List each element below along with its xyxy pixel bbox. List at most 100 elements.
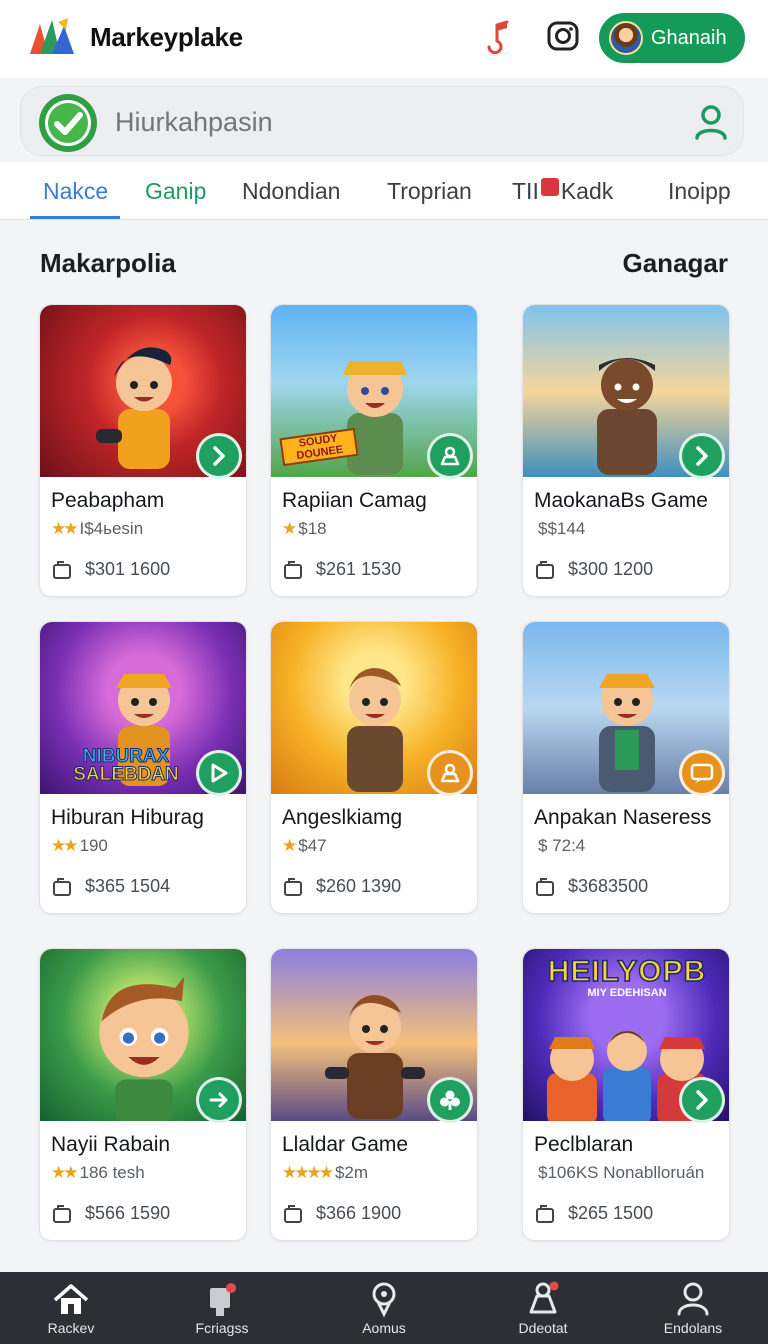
bag-icon [53, 1205, 71, 1223]
game-card[interactable]: Llaldar Game ★★★★ $2m $366 1900 [270, 948, 478, 1241]
star-rating: ★★ [51, 836, 79, 855]
home-icon [53, 1284, 89, 1314]
game-card[interactable]: MaokanaBs Game $$144 $300 1200 [522, 304, 730, 597]
price-text: $365 1504 [85, 875, 171, 896]
price-text: $3683500 [568, 875, 649, 896]
price-text: $261 1530 [316, 558, 402, 579]
banner-text: NIBURAX SALEBDAN [48, 747, 204, 785]
star-rating: ★★★★ [282, 1163, 334, 1182]
game-title: Hiburan Hiburag [51, 806, 204, 829]
store-icon [210, 1283, 236, 1316]
arrow-right-icon[interactable] [679, 1077, 725, 1123]
bag-icon [536, 1205, 554, 1223]
bag-icon [284, 1205, 302, 1223]
support-icon [529, 1281, 559, 1314]
tab-troprian[interactable]: Troprian [387, 178, 472, 205]
game-title: Anpakan Naseress [534, 806, 712, 829]
game-price: $261 1530 [282, 558, 401, 580]
game-card[interactable]: Anpakan Naseress $ 72:4 $3683500 [522, 621, 730, 914]
tab-inoipp[interactable]: Inoipp [668, 178, 731, 205]
game-card[interactable]: HEILYOPB MIY EDEHISAN Peclblaran $106KS … [522, 948, 730, 1241]
search-input[interactable] [115, 107, 635, 138]
chat-icon[interactable] [679, 750, 725, 796]
user-icon[interactable] [691, 102, 731, 142]
game-meta: ★★ 190 [51, 836, 108, 856]
game-price: $366 1900 [282, 1202, 401, 1224]
arrow-right-icon[interactable] [679, 433, 725, 479]
app-title: Markeyplake [90, 22, 243, 52]
top-bar: Markeyplake Ghanaih [0, 0, 768, 78]
location-icon [372, 1282, 396, 1318]
music-icon[interactable] [478, 16, 518, 56]
game-price: $301 1600 [51, 558, 170, 580]
price-text: $300 1200 [568, 558, 654, 579]
nav-profile[interactable]: Endolans [633, 1280, 753, 1336]
game-meta: ★★ 186 tesh [51, 1163, 145, 1183]
star-rating: ★ [282, 836, 297, 855]
arrow-right-icon[interactable] [196, 433, 242, 479]
meta-text: $47 [298, 836, 327, 855]
game-card[interactable]: Peabapham ★★ I$4ьesin $301 1600 [39, 304, 247, 597]
meta-text: $$144 [538, 519, 586, 538]
section-link[interactable]: Ganagar [623, 248, 729, 279]
avatar [609, 21, 643, 55]
game-title: Peclblaran [534, 1133, 634, 1156]
nav-home[interactable]: Rackev [11, 1280, 131, 1336]
bag-icon [536, 561, 554, 579]
arrow-right-icon[interactable] [196, 1077, 242, 1123]
game-price: $365 1504 [51, 875, 170, 897]
person-icon[interactable] [427, 433, 473, 479]
tab-nakce[interactable]: Nakce [43, 178, 108, 205]
banner-text: HEILYOPB MIY EDEHISAN [523, 954, 729, 999]
game-meta: ★ $47 [282, 836, 327, 856]
game-price: $300 1200 [534, 558, 653, 580]
tab-ganip[interactable]: Ganip [145, 178, 206, 205]
game-meta: $106KS Nonablloruán [534, 1163, 704, 1183]
profile-button[interactable]: Ghanaih [599, 13, 745, 63]
search-bar[interactable] [20, 86, 744, 156]
meta-text: 190 [79, 836, 108, 855]
profile-name: Ghanaih [651, 26, 727, 49]
camera-icon[interactable] [543, 16, 583, 56]
flag-icon [540, 178, 559, 196]
game-meta: ★★★★ $2m [282, 1163, 368, 1183]
tab-kadk-prefix: TII [512, 178, 539, 204]
nav-location[interactable]: Aomus [324, 1280, 444, 1336]
meta-text: 186 tesh [79, 1163, 145, 1182]
price-text: $301 1600 [85, 558, 171, 579]
nav-support[interactable]: Ddeotat [483, 1280, 603, 1336]
category-tabs: Nakce Ganip Ndondian Troprian TII Kadk In… [0, 162, 768, 220]
game-title: Angeslkiamg [282, 806, 403, 829]
nav-label: Endolans [663, 1320, 723, 1336]
game-card[interactable]: NIBURAX SALEBDAN Hiburan Hiburag ★★ 190 $… [39, 621, 247, 914]
game-card[interactable]: SOUDY DOUNEE Rapiian Camag ★ $18 $261 153… [270, 304, 478, 597]
game-card[interactable]: Angeslkiamg ★ $47 $260 1390 [270, 621, 478, 914]
game-title: Rapiian Camag [282, 489, 427, 512]
game-meta: $ 72:4 [534, 836, 585, 856]
app-logo[interactable] [28, 16, 76, 58]
star-rating: ★★ [51, 519, 79, 538]
play-icon[interactable] [196, 750, 242, 796]
nav-store[interactable]: Fcriagss [162, 1280, 282, 1336]
game-card[interactable]: Nayii Rabain ★★ 186 tesh $566 1590 [39, 948, 247, 1241]
game-price: $260 1390 [282, 875, 401, 897]
nav-label: Ddeotat [518, 1320, 568, 1336]
profile-icon [677, 1282, 709, 1316]
price-text: $566 1590 [85, 1202, 171, 1223]
nav-label: Rackev [47, 1320, 95, 1336]
active-tab-indicator [30, 216, 120, 219]
game-price: $566 1590 [51, 1202, 170, 1224]
bag-icon [284, 561, 302, 579]
person-icon[interactable] [427, 750, 473, 796]
tab-ndondian[interactable]: Ndondian [242, 178, 340, 205]
price-text: $260 1390 [316, 875, 402, 896]
game-title: Nayii Rabain [51, 1133, 171, 1156]
bag-icon [536, 878, 554, 896]
tab-kadk[interactable]: TII Kadk [512, 178, 613, 205]
section-title: Makarpolia [40, 248, 176, 278]
game-meta: ★★ I$4ьesin [51, 519, 143, 539]
game-title: Llaldar Game [282, 1133, 409, 1156]
game-title: Peabapham [51, 489, 165, 512]
club-icon[interactable] [427, 1077, 473, 1123]
price-text: $265 1500 [568, 1202, 654, 1223]
